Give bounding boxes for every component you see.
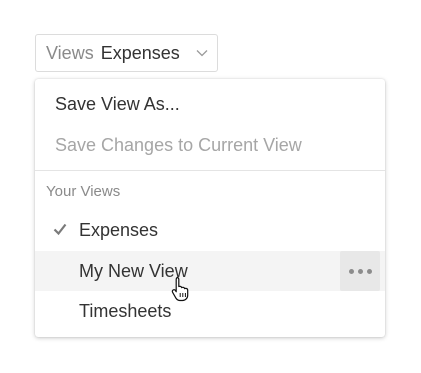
chevron-down-icon (196, 50, 208, 57)
view-item-timesheets[interactable]: Timesheets (35, 291, 385, 331)
save-changes-item: Save Changes to Current View (55, 135, 302, 155)
ellipsis-icon[interactable] (340, 251, 380, 291)
save-view-as-item[interactable]: Save View As... (55, 93, 180, 115)
hand-pointer-cursor-icon (171, 276, 189, 302)
views-menu: Save View As... Save Changes to Current … (35, 79, 385, 337)
views-dropdown[interactable]: Views Expenses (35, 34, 218, 72)
view-item-expenses[interactable]: Expenses (35, 210, 385, 250)
checkmark-icon (53, 223, 67, 236)
menu-divider (35, 170, 385, 171)
views-dropdown-value: Expenses (100, 42, 180, 63)
your-views-heading: Your Views (46, 183, 121, 200)
view-item-label: Timesheets (79, 301, 172, 321)
views-dropdown-prefix: Views (46, 42, 94, 63)
views-picker: Views Expenses Save View As... Save Chan… (0, 0, 421, 373)
view-item-my-new-view[interactable]: My New View (35, 251, 385, 291)
view-item-label: Expenses (79, 220, 159, 240)
